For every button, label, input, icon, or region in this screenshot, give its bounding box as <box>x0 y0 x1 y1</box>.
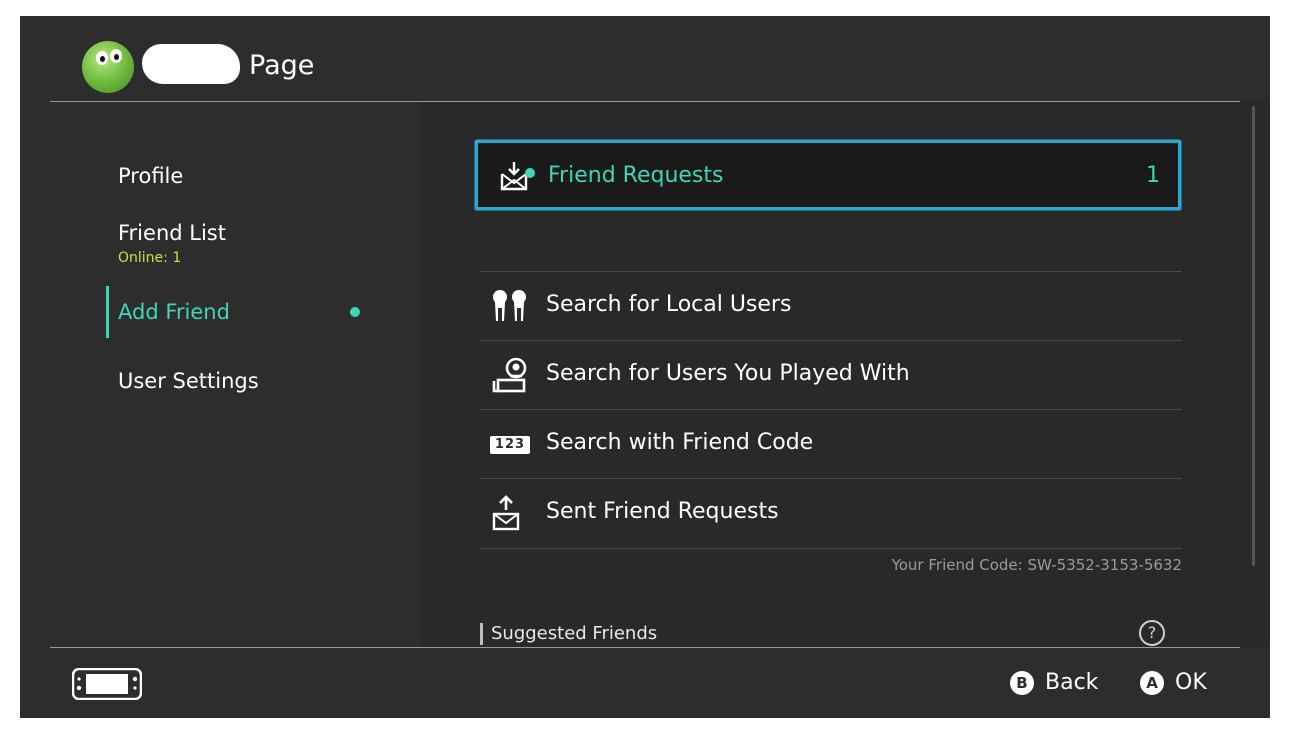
section-marker <box>480 623 483 645</box>
sent-friend-requests-label: Sent Friend Requests <box>546 499 779 524</box>
sidebar-item-add-friend[interactable]: Add Friend <box>118 298 230 326</box>
friend-request-inbox-icon <box>500 162 535 191</box>
sidebar-item-friend-list[interactable]: Friend List <box>118 219 226 247</box>
friend-requests-label: Friend Requests <box>548 163 724 188</box>
back-button[interactable]: Back <box>1045 668 1098 698</box>
search-local-users-button[interactable]: Search for Local Users <box>480 271 1182 340</box>
friend-requests-count: 1 <box>1146 163 1160 188</box>
search-friend-code-label: Search with Friend Code <box>546 430 814 455</box>
friend-code-icon-text: 123 <box>494 437 526 452</box>
sidebar-item-user-settings[interactable]: User Settings <box>118 367 259 395</box>
row-divider <box>480 409 1182 410</box>
row-divider <box>480 478 1182 479</box>
notification-dot <box>350 307 360 317</box>
local-users-icon <box>493 290 526 321</box>
sent-requests-icon <box>492 495 520 531</box>
friend-code-text: Your Friend Code: SW-5352-3153-5632 <box>891 556 1182 574</box>
friend-page-screen: Page Profile Friend List Online: 1 Add F… <box>20 16 1270 718</box>
help-icon[interactable]: ? <box>1139 620 1165 646</box>
footer-divider <box>50 647 1240 648</box>
row-divider <box>480 548 1182 549</box>
search-played-with-button[interactable]: Search for Users You Played With <box>480 340 1182 409</box>
sent-friend-requests-button[interactable]: Sent Friend Requests <box>480 478 1182 547</box>
played-with-icon <box>492 357 527 393</box>
handheld-console-icon <box>72 668 142 700</box>
search-friend-code-button[interactable]: 123 Search with Friend Code <box>480 409 1182 478</box>
redacted-username <box>142 44 240 84</box>
suggested-friends-heading: Suggested Friends <box>491 623 658 644</box>
search-played-with-label: Search for Users You Played With <box>546 361 910 386</box>
scrollbar[interactable] <box>1252 106 1255 566</box>
sidebar-active-indicator <box>106 286 109 338</box>
sidebar-item-profile[interactable]: Profile <box>118 162 183 190</box>
row-divider <box>480 271 1182 272</box>
friend-requests-button[interactable]: Friend Requests 1 <box>475 140 1181 210</box>
friend-code-123-icon: 123 <box>490 436 530 454</box>
page-title: Page <box>249 50 315 81</box>
row-divider <box>480 340 1182 341</box>
a-button-icon: A <box>1140 671 1164 695</box>
user-avatar[interactable] <box>82 41 134 93</box>
search-local-users-label: Search for Local Users <box>546 292 792 317</box>
online-count: Online: 1 <box>118 250 182 266</box>
ok-button[interactable]: OK <box>1175 668 1207 698</box>
b-button-icon: B <box>1010 671 1034 695</box>
